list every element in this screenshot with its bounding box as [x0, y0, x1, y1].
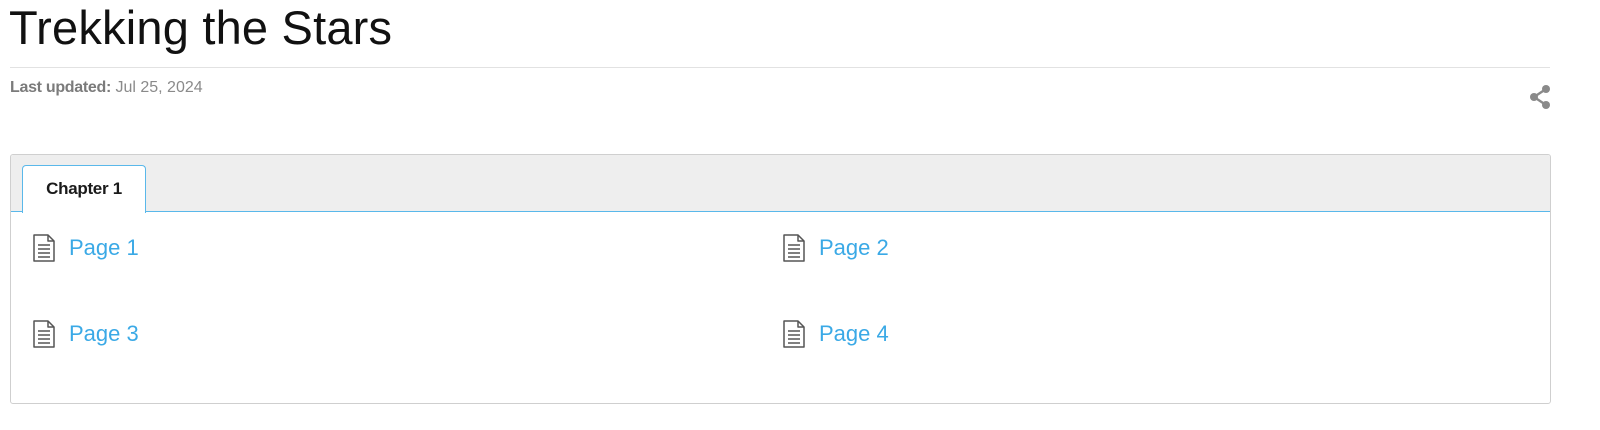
- document-icon: [783, 320, 805, 348]
- table-of-contents: Chapter 1 Page 1 Page 2 Page 3 Page 4: [10, 154, 1551, 404]
- document-icon: [33, 320, 55, 348]
- document-icon: [33, 234, 55, 262]
- page-link-2[interactable]: Page 2: [781, 234, 889, 262]
- share-icon: [1530, 85, 1550, 109]
- page-link-label[interactable]: Page 2: [819, 234, 889, 262]
- page-link-label[interactable]: Page 3: [69, 320, 139, 348]
- title-divider: [10, 67, 1550, 68]
- page-link-4[interactable]: Page 4: [781, 320, 889, 348]
- page-link-3[interactable]: Page 3: [31, 320, 139, 348]
- page-title: Trekking the Stars: [9, 1, 393, 54]
- tab-chapter-1[interactable]: Chapter 1: [22, 165, 146, 213]
- document-icon: [783, 234, 805, 262]
- page-link-label[interactable]: Page 1: [69, 234, 139, 262]
- page-link-label[interactable]: Page 4: [819, 320, 889, 348]
- tab-strip: Chapter 1: [11, 155, 1550, 213]
- share-button[interactable]: [1527, 84, 1553, 110]
- page-link-1[interactable]: Page 1: [31, 234, 139, 262]
- last-updated-label: Last updated:: [10, 79, 111, 96]
- page: Trekking the Stars Last updated: Jul 25,…: [0, 0, 1600, 430]
- last-updated: Last updated: Jul 25, 2024: [10, 78, 203, 98]
- last-updated-date: Jul 25, 2024: [115, 79, 203, 96]
